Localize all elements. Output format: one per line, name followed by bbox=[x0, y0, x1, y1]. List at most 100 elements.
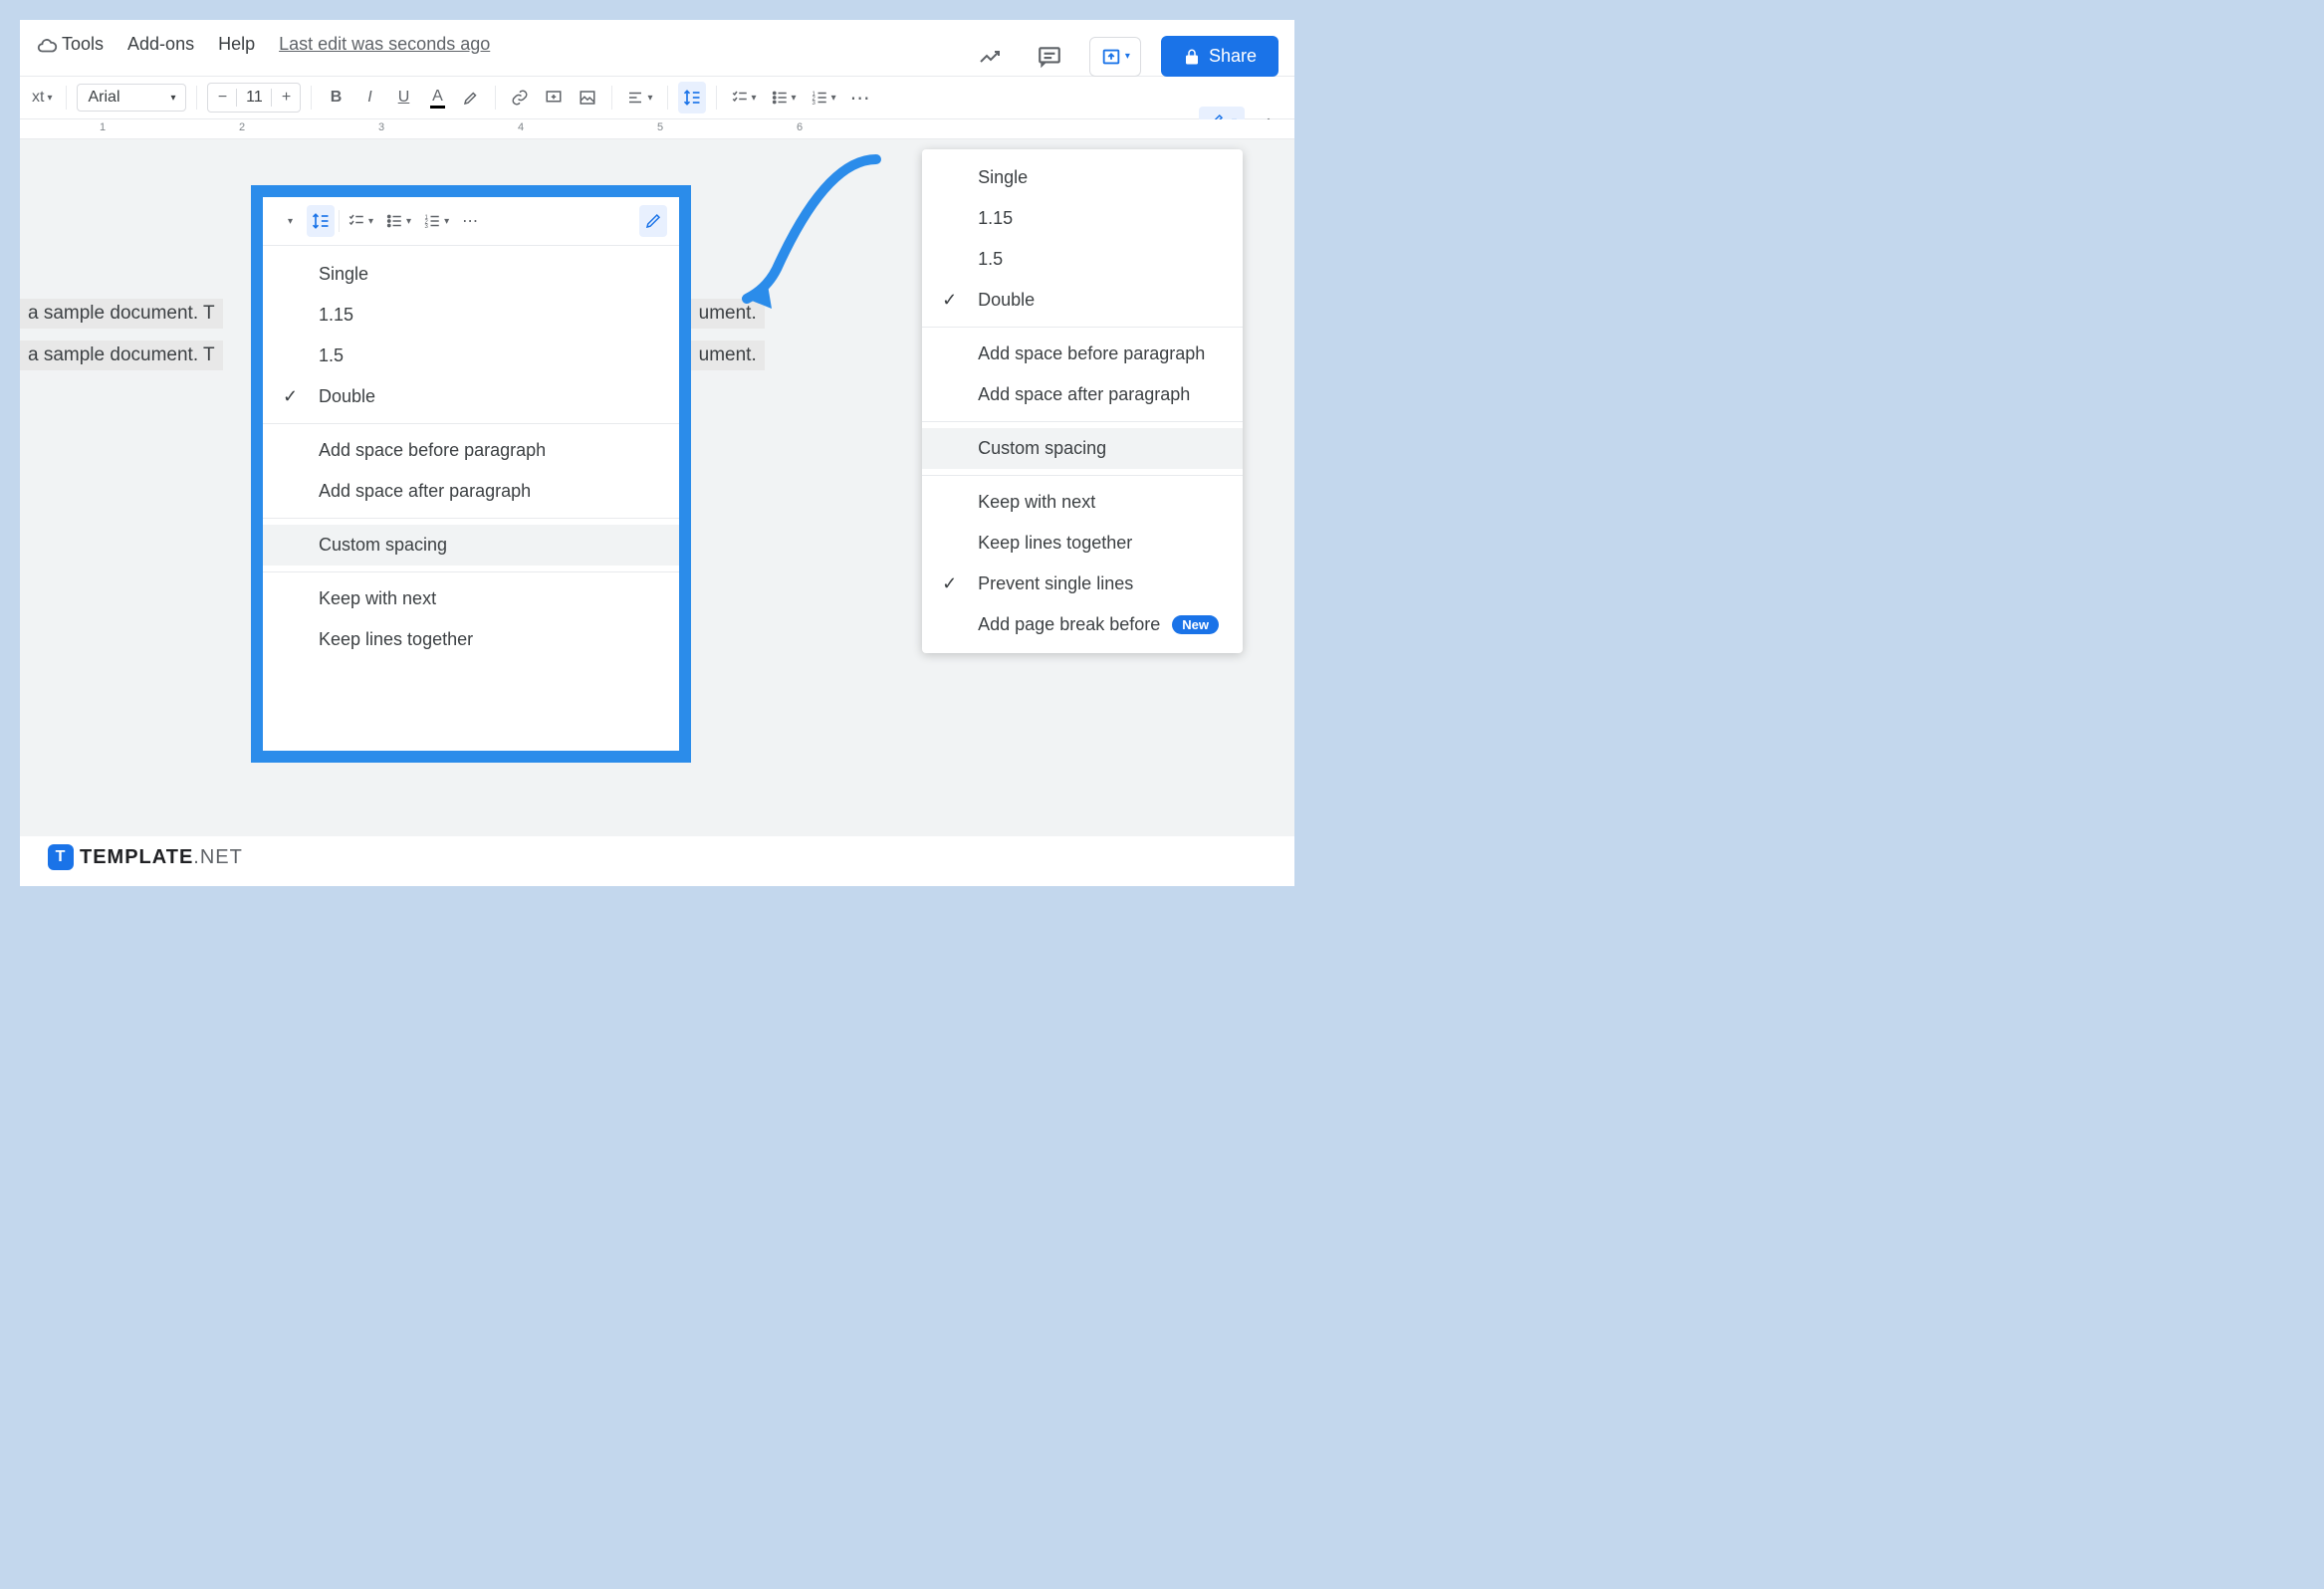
callout-bullet-button[interactable]: ▾ bbox=[381, 205, 415, 237]
add-comment-button[interactable] bbox=[540, 82, 568, 114]
align-button[interactable]: ▾ bbox=[622, 82, 656, 114]
line-spacing-button[interactable] bbox=[678, 82, 706, 114]
last-edit-link[interactable]: Last edit was seconds ago bbox=[279, 34, 490, 55]
ruler-tick: 4 bbox=[518, 121, 524, 133]
callout-box: ▾ ▾ ▾ 123▾ ⋯ Single 1.15 1.5 ✓Double bbox=[251, 185, 691, 763]
callout-keep-lines-together[interactable]: Keep lines together bbox=[263, 619, 679, 660]
separator bbox=[716, 86, 717, 110]
chevron-down-icon: ▾ bbox=[170, 93, 175, 104]
underline-button[interactable]: U bbox=[389, 82, 417, 114]
watermark-icon: T bbox=[48, 844, 74, 870]
font-size-value[interactable]: 11 bbox=[236, 89, 272, 107]
chevron-down-icon: ▾ bbox=[368, 216, 373, 227]
decrease-size-button[interactable]: − bbox=[208, 84, 236, 112]
menu-addons[interactable]: Add-ons bbox=[127, 34, 194, 55]
text-line: a sample document. T bbox=[20, 340, 223, 370]
present-button[interactable]: ▾ bbox=[1089, 37, 1141, 77]
separator bbox=[263, 571, 679, 572]
menubar: Tools Add-ons Help Last edit was seconds… bbox=[62, 30, 490, 67]
callout-spacing-double[interactable]: ✓Double bbox=[263, 376, 679, 417]
spacing-115[interactable]: 1.15 bbox=[922, 198, 1243, 239]
italic-button[interactable]: I bbox=[355, 82, 383, 114]
ruler-tick: 3 bbox=[378, 121, 384, 133]
keep-lines-together[interactable]: Keep lines together bbox=[922, 523, 1243, 564]
callout-checklist-button[interactable]: ▾ bbox=[344, 205, 377, 237]
add-space-after[interactable]: Add space after paragraph bbox=[922, 374, 1243, 415]
svg-text:3: 3 bbox=[812, 101, 815, 107]
callout-spacing-single[interactable]: Single bbox=[263, 254, 679, 295]
callout-more-button[interactable]: ⋯ bbox=[457, 205, 485, 237]
share-button[interactable]: Share bbox=[1161, 36, 1278, 77]
new-badge: New bbox=[1172, 615, 1219, 634]
ruler-tick: 6 bbox=[797, 121, 803, 133]
app-frame: Tools Add-ons Help Last edit was seconds… bbox=[20, 20, 1294, 886]
toolbar: xt▾ Arial▾ − 11 + B I U A ▾ bbox=[20, 76, 1294, 119]
callout-spacing-115[interactable]: 1.15 bbox=[263, 295, 679, 336]
separator bbox=[922, 421, 1243, 422]
paragraph-style-dropdown[interactable]: xt▾ bbox=[28, 82, 56, 114]
bullet-list-button[interactable]: ▾ bbox=[767, 82, 801, 114]
chevron-down-icon: ▾ bbox=[47, 93, 52, 104]
ruler-tick: 2 bbox=[239, 121, 245, 133]
separator bbox=[495, 86, 496, 110]
check-icon: ✓ bbox=[942, 573, 957, 594]
spacing-15[interactable]: 1.5 bbox=[922, 239, 1243, 280]
header-actions: ▾ Share bbox=[970, 36, 1278, 77]
font-dropdown[interactable]: Arial▾ bbox=[77, 84, 186, 112]
chevron-down-icon: ▾ bbox=[444, 216, 449, 227]
keep-with-next[interactable]: Keep with next bbox=[922, 482, 1243, 523]
separator bbox=[66, 86, 67, 110]
activity-icon[interactable] bbox=[970, 37, 1010, 77]
menu-tools[interactable]: Tools bbox=[62, 34, 104, 55]
cloud-icon bbox=[36, 35, 58, 62]
comments-icon[interactable] bbox=[1030, 37, 1069, 77]
callout-custom-spacing[interactable]: Custom spacing bbox=[263, 525, 679, 566]
numbered-list-button[interactable]: 123▾ bbox=[807, 82, 840, 114]
prevent-single-lines[interactable]: ✓Prevent single lines bbox=[922, 564, 1243, 604]
callout-numbered-button[interactable]: 123▾ bbox=[419, 205, 453, 237]
menu-help[interactable]: Help bbox=[218, 34, 255, 55]
ruler: 1 2 3 4 5 6 bbox=[20, 119, 1294, 139]
callout-keep-with-next[interactable]: Keep with next bbox=[263, 578, 679, 619]
custom-spacing[interactable]: Custom spacing bbox=[922, 428, 1243, 469]
callout-toolbar: ▾ ▾ ▾ 123▾ ⋯ bbox=[263, 197, 679, 245]
callout-dropdown[interactable]: ▾ bbox=[275, 205, 303, 237]
separator bbox=[922, 475, 1243, 476]
callout-line-spacing-button[interactable] bbox=[307, 205, 335, 237]
add-page-break-before[interactable]: Add page break beforeNew bbox=[922, 604, 1243, 645]
checklist-button[interactable]: ▾ bbox=[727, 82, 761, 114]
separator bbox=[263, 423, 679, 424]
separator bbox=[263, 518, 679, 519]
add-space-before[interactable]: Add space before paragraph bbox=[922, 334, 1243, 374]
highlight-button[interactable] bbox=[457, 82, 485, 114]
topbar: Tools Add-ons Help Last edit was seconds… bbox=[20, 20, 1294, 76]
check-icon: ✓ bbox=[942, 290, 957, 311]
link-button[interactable] bbox=[506, 82, 534, 114]
text-line: a sample document. T bbox=[20, 299, 223, 329]
separator bbox=[339, 210, 340, 232]
chevron-down-icon: ▾ bbox=[406, 216, 411, 227]
insert-image-button[interactable] bbox=[574, 82, 601, 114]
separator bbox=[611, 86, 612, 110]
spacing-single[interactable]: Single bbox=[922, 157, 1243, 198]
share-label: Share bbox=[1209, 46, 1257, 67]
text-color-button[interactable]: A bbox=[423, 82, 451, 114]
spacing-double[interactable]: ✓Double bbox=[922, 280, 1243, 321]
chevron-down-icon: ▾ bbox=[752, 93, 757, 104]
callout-spacing-15[interactable]: 1.5 bbox=[263, 336, 679, 376]
callout-arrow bbox=[717, 149, 916, 329]
callout-add-space-after[interactable]: Add space after paragraph bbox=[263, 471, 679, 512]
callout-add-space-before[interactable]: Add space before paragraph bbox=[263, 430, 679, 471]
font-size-stepper: − 11 + bbox=[207, 83, 301, 113]
text-line: ument. bbox=[691, 340, 765, 370]
more-button[interactable]: ⋯ bbox=[846, 82, 876, 114]
increase-size-button[interactable]: + bbox=[272, 84, 300, 112]
line-spacing-menu: Single 1.15 1.5 ✓Double Add space before… bbox=[922, 149, 1243, 653]
ruler-tick: 5 bbox=[657, 121, 663, 133]
chevron-down-icon: ▾ bbox=[792, 93, 797, 104]
chevron-down-icon: ▾ bbox=[647, 93, 652, 104]
chevron-down-icon: ▾ bbox=[1125, 51, 1130, 62]
callout-pen-button[interactable] bbox=[639, 205, 667, 237]
check-icon: ✓ bbox=[283, 386, 298, 407]
bold-button[interactable]: B bbox=[322, 82, 349, 114]
